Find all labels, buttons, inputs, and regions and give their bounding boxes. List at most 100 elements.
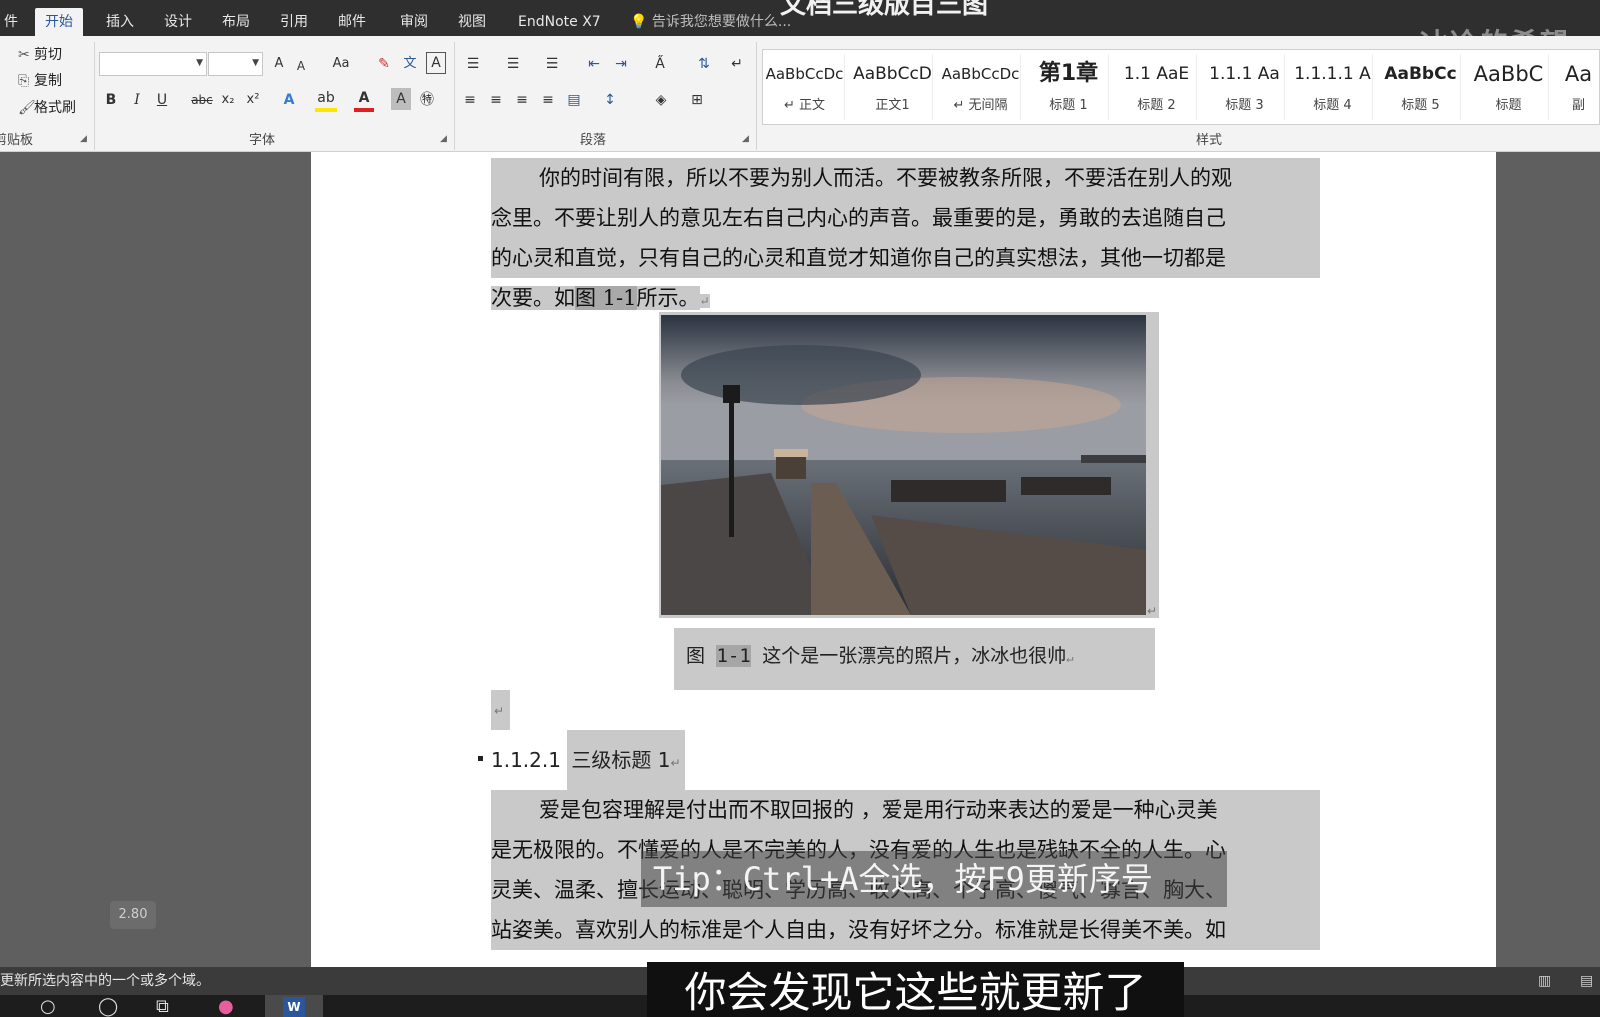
tab-mailings[interactable]: 邮件	[328, 8, 376, 36]
format-painter-button[interactable]: 🖌格式刷	[18, 97, 76, 119]
style-normal1[interactable]: AaBbCcD 正文1	[853, 54, 933, 120]
asian-layout-icon[interactable]: A̋	[647, 52, 673, 76]
tab-design[interactable]: 设计	[154, 8, 202, 36]
phonetic-guide-icon[interactable]: 文	[400, 52, 420, 76]
style-heading2[interactable]: 1.1 AaE 标题 2	[1117, 54, 1197, 120]
paragraph-mark: ↵	[494, 704, 505, 718]
heading-number: 1.1.2.1	[491, 748, 561, 772]
styles-gallery: AaBbCcDc ↵ 正文 AaBbCcD 正文1 AaBbCcDc ↵ 无间隔 第1…	[762, 49, 1600, 125]
bullets-icon[interactable]: ☰	[460, 52, 486, 76]
style-heading1[interactable]: 第1章 标题 1	[1029, 54, 1109, 120]
styles-group-label: 样式	[1196, 133, 1223, 148]
tell-me-search[interactable]: 💡 告诉我您想要做什么...	[630, 8, 791, 36]
char-border-icon[interactable]: A	[426, 52, 446, 74]
tab-insert[interactable]: 插入	[96, 8, 144, 36]
shrink-font-button[interactable]: A	[293, 54, 309, 78]
enclose-char-icon[interactable]: ㊕	[417, 88, 437, 112]
chevron-down-icon: ▼	[196, 58, 203, 68]
style-heading3[interactable]: 1.1.1 Aa 标题 3	[1205, 54, 1285, 120]
text-line: 你的时间有限，所以不要为别人而活。不要被教条所限，不要活在别人的观	[491, 158, 1320, 198]
caption-number-field[interactable]: 1-1	[716, 645, 751, 667]
decrease-indent-icon[interactable]: ⇤	[583, 52, 605, 76]
text-effects-icon[interactable]: A	[279, 88, 299, 112]
style-normal[interactable]: AaBbCcDc ↵ 正文	[765, 54, 845, 120]
tab-endnote[interactable]: EndNote X7	[508, 8, 611, 36]
distributed-icon[interactable]: ▤	[564, 88, 584, 112]
underline-button[interactable]: U	[153, 88, 171, 112]
borders-icon[interactable]: ⊞	[684, 88, 710, 112]
style-no-spacing[interactable]: AaBbCcDc ↵ 无间隔	[941, 54, 1021, 120]
figure-cross-reference[interactable]: 图 1-1	[575, 286, 637, 310]
show-marks-icon[interactable]: ↵	[726, 52, 748, 76]
font-color-icon[interactable]: A	[354, 88, 374, 112]
tab-references[interactable]: 引用	[270, 8, 318, 36]
task-view-icon[interactable]: ⧉	[156, 996, 169, 1017]
tab-layout[interactable]: 布局	[212, 8, 260, 36]
copy-button[interactable]: ⎘ 复制	[18, 70, 62, 92]
increase-indent-icon[interactable]: ⇥	[610, 52, 632, 76]
align-left-icon[interactable]: ≡	[460, 88, 480, 112]
paragraph-group-label: 段落	[580, 133, 607, 148]
document-title: 文档三级版目三图	[780, 0, 989, 20]
sort-icon[interactable]: ⇅	[693, 52, 715, 76]
text-line: 的心灵和直觉，只有自己的心灵和直觉才知道你自己的真实想法，其他一切都是	[491, 238, 1320, 278]
paragraph-launcher-icon[interactable]: ◢	[742, 134, 749, 144]
font-launcher-icon[interactable]: ◢	[440, 134, 447, 144]
align-center-icon[interactable]: ≡	[486, 88, 506, 112]
text-line: 念里。不要让别人的意见左右自己内心的声音。最重要的是，勇敢的去追随自己	[491, 198, 1320, 238]
zoom-badge: 2.80	[110, 901, 156, 929]
change-case-button[interactable]: Aa	[326, 52, 356, 76]
text-line: 爱是包容理解是付出而不取回报的 ，爱是用行动来表达的爱是一种心灵美	[491, 790, 1320, 830]
body-paragraph[interactable]: 你的时间有限，所以不要为别人而活。不要被教条所限，不要活在别人的观 念里。不要让…	[491, 158, 1320, 321]
style-title[interactable]: AaBbC 标题	[1469, 54, 1549, 120]
heading-level3[interactable]: 1.1.2.1 三级标题 1↵	[478, 730, 685, 790]
print-layout-icon[interactable]: ▤	[1580, 967, 1593, 995]
paragraph-mark: ↵	[670, 756, 681, 770]
char-shading-icon[interactable]: A	[391, 88, 411, 110]
shading-icon[interactable]: ◈	[648, 88, 674, 112]
empty-paragraph[interactable]: ↵	[491, 690, 510, 730]
numbering-icon[interactable]: ☰	[500, 52, 526, 76]
grow-font-button[interactable]: A	[270, 52, 288, 76]
line-spacing-icon[interactable]: ↕	[597, 88, 623, 112]
search-icon[interactable]: ○	[40, 996, 56, 1017]
clipboard-launcher-icon[interactable]: ◢	[80, 134, 87, 144]
align-right-icon[interactable]: ≡	[512, 88, 532, 112]
tell-me-text: 告诉我您想要做什么...	[651, 14, 792, 30]
font-size-combo[interactable]: ▼	[208, 52, 263, 76]
bold-button[interactable]: B	[102, 88, 120, 112]
style-heading5[interactable]: AaBbCc 标题 5	[1381, 54, 1461, 120]
group-divider	[454, 42, 455, 150]
browser-icon[interactable]: ●	[218, 996, 234, 1017]
tab-file[interactable]: 件	[0, 8, 28, 36]
figure-image-frame[interactable]: ↵	[659, 312, 1159, 618]
strikethrough-button[interactable]: abc	[190, 88, 214, 112]
tab-review[interactable]: 审阅	[390, 8, 438, 36]
ribbon-tab-bar: 件 开始 插入 设计 布局 引用 邮件 审阅 视图 EndNote X7 💡 告…	[0, 0, 1600, 60]
tab-view[interactable]: 视图	[448, 8, 496, 36]
text-fragment: 所示。	[636, 286, 700, 310]
scissors-icon: ✂	[18, 47, 30, 63]
italic-button[interactable]: I	[128, 88, 146, 112]
tab-home[interactable]: 开始	[35, 8, 83, 36]
cortana-icon[interactable]: ◯	[98, 996, 118, 1017]
read-mode-icon[interactable]: ▥	[1538, 967, 1551, 995]
subscript-button[interactable]: x₂	[218, 88, 238, 112]
multilevel-list-icon[interactable]: ☰	[539, 52, 565, 76]
document-page[interactable]: 你的时间有限，所以不要为别人而活。不要被教条所限，不要活在别人的观 念里。不要让…	[311, 152, 1496, 967]
heading-text: 三级标题 1	[571, 748, 671, 772]
highlight-icon[interactable]: ab	[315, 88, 337, 112]
paragraph-mark: ↵	[1066, 651, 1074, 665]
cut-button[interactable]: ✂ 剪切	[18, 44, 62, 66]
clear-format-icon[interactable]: ✎	[374, 52, 394, 76]
figure-caption[interactable]: 图 1-1 这个是一张漂亮的照片，冰冰也很帅↵	[674, 628, 1155, 690]
font-name-combo[interactable]: ▼	[99, 52, 207, 76]
clipboard-group-label: 剪贴板	[0, 133, 34, 148]
word-taskbar-button[interactable]: W	[265, 995, 323, 1017]
font-group-label: 字体	[249, 133, 276, 148]
style-subtitle[interactable]: Aa 副	[1557, 54, 1600, 120]
style-heading4[interactable]: 1.1.1.1 A 标题 4	[1293, 54, 1373, 120]
superscript-button[interactable]: x²	[243, 88, 263, 112]
justify-icon[interactable]: ≡	[538, 88, 558, 112]
word-icon: W	[283, 997, 305, 1017]
